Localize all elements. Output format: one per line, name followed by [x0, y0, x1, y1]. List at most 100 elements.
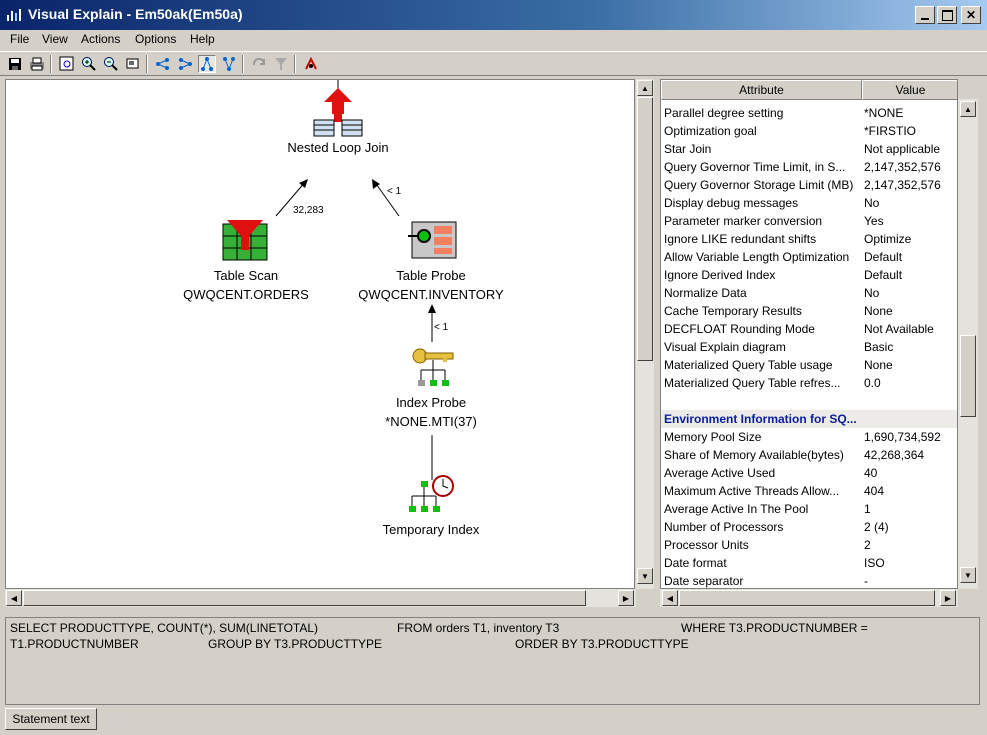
index-probe-icon[interactable]	[411, 346, 455, 392]
attribute-value: Yes	[864, 214, 884, 228]
refresh-button[interactable]	[250, 55, 268, 73]
attribute-value: Default	[864, 268, 903, 282]
zoom-in-button[interactable]	[80, 55, 98, 73]
attribute-row[interactable]	[661, 392, 957, 410]
scroll-down-icon[interactable]: ▼	[637, 568, 653, 584]
attribute-vertical-scrollbar[interactable]: ▲ ▼	[958, 99, 978, 589]
attribute-row[interactable]: Ignore LIKE redundant shifts Optimize	[661, 230, 957, 248]
attribute-value: Basic	[864, 340, 894, 354]
menu-options[interactable]: Options	[135, 32, 176, 46]
layout-top-bottom-button[interactable]	[198, 55, 216, 73]
attribute-row[interactable]: Share of Memory Available(bytes) 42,268,3…	[661, 446, 957, 464]
layout-bottom-top-button[interactable]	[220, 55, 238, 73]
attribute-row[interactable]: Parameter marker conversion Yes	[661, 212, 957, 230]
zoom-fit-icon	[59, 56, 74, 71]
attribute-row[interactable]: Normalize Data No	[661, 284, 957, 302]
attribute-row[interactable]: Average Active In The Pool 1	[661, 500, 957, 518]
attribute-row[interactable]: Date format ISO	[661, 554, 957, 572]
toolbar-separator	[146, 55, 148, 73]
attribute-section-row[interactable]: Environment Information for SQ...	[661, 410, 957, 428]
menu-actions[interactable]: Actions	[81, 32, 120, 46]
attribute-horizontal-scrollbar[interactable]: ◀ ▶	[660, 589, 958, 607]
attribute-row[interactable]: Parallel degree setting *NONE	[661, 104, 957, 122]
attribute-name: Optimization goal	[664, 124, 757, 138]
table-scan-icon[interactable]	[221, 220, 269, 262]
attribute-value: -	[864, 574, 868, 588]
filter-button[interactable]	[272, 55, 290, 73]
menu-help[interactable]: Help	[190, 32, 215, 46]
attribute-value: No	[864, 286, 880, 300]
print-button[interactable]	[28, 55, 46, 73]
attribute-row[interactable]: Allow Variable Length Optimization Defaul…	[661, 248, 957, 266]
table-probe-icon[interactable]	[406, 220, 458, 262]
attribute-row[interactable]: Processor Units 2	[661, 536, 957, 554]
attribute-row[interactable]: Materialized Query Table usage None	[661, 356, 957, 374]
value-column-header[interactable]: Value	[862, 80, 957, 100]
scroll-up-icon[interactable]: ▲	[637, 80, 653, 96]
menu-view[interactable]: View	[42, 32, 68, 46]
attribute-row[interactable]: Materialized Query Table refres... 0.0	[661, 374, 957, 392]
zoom-out-button[interactable]	[102, 55, 120, 73]
attribute-name: Number of Processors	[664, 520, 784, 534]
attribute-row[interactable]: Memory Pool Size 1,690,734,592	[661, 428, 957, 446]
layout-left-right-icon	[156, 58, 169, 70]
attribute-row[interactable]: Query Governor Storage Limit (MB) 2,147,3…	[661, 176, 957, 194]
attribute-row[interactable]: Visual Explain diagram Basic	[661, 338, 957, 356]
scroll-right-icon[interactable]: ▶	[618, 590, 634, 606]
overview-button[interactable]	[124, 55, 142, 73]
attribute-row[interactable]: Ignore Derived Index Default	[661, 266, 957, 284]
scroll-thumb[interactable]	[960, 335, 976, 417]
highlight-button[interactable]	[302, 55, 320, 73]
attribute-name: Memory Pool Size	[664, 430, 762, 444]
scroll-left-icon[interactable]: ◀	[662, 590, 678, 606]
scroll-thumb[interactable]	[637, 97, 653, 361]
temporary-index-icon[interactable]	[406, 474, 456, 518]
scroll-up-icon[interactable]: ▲	[960, 101, 976, 117]
node-label-nested-loop-join: Nested Loop Join	[287, 140, 389, 155]
attribute-row[interactable]: Optimization goal *FIRSTIO	[661, 122, 957, 140]
attribute-value: Optimize	[864, 232, 912, 246]
maximize-button[interactable]	[937, 6, 957, 24]
attribute-row[interactable]: Average Active Used 40	[661, 464, 957, 482]
scroll-thumb[interactable]	[679, 590, 935, 606]
node-label-table-scan: Table Scan	[213, 268, 279, 283]
diagram-vertical-scrollbar[interactable]: ▲ ▼	[636, 79, 654, 589]
attribute-table[interactable]: Attribute Value Parallel degree setting *…	[660, 79, 958, 589]
attribute-row[interactable]: Display debug messages No	[661, 194, 957, 212]
scroll-thumb[interactable]	[23, 590, 586, 606]
attribute-row[interactable]: DECFLOAT Rounding Mode Not Available	[661, 320, 957, 338]
attribute-name: Allow Variable Length Optimization	[664, 250, 850, 264]
tab-statement-text[interactable]: Statement text	[5, 708, 97, 730]
layout-right-left-icon	[179, 58, 192, 70]
statement-text-area[interactable]: SELECT PRODUCTTYPE, COUNT(*), SUM(LINETO…	[5, 617, 980, 705]
explain-diagram-canvas[interactable]: Nested Loop Join Table Scan QWQCENT.ORDE…	[5, 79, 635, 589]
diagram-horizontal-scrollbar[interactable]: ◀ ▶	[5, 589, 636, 607]
diagram-connectors	[275, 80, 436, 480]
attribute-row[interactable]: Star Join Not applicable	[661, 140, 957, 158]
scroll-down-icon[interactable]: ▼	[960, 567, 976, 583]
minimize-button[interactable]	[915, 6, 935, 24]
attribute-row[interactable]: Cache Temporary Results None	[661, 302, 957, 320]
attribute-name: Environment Information for SQ...	[664, 412, 856, 426]
statement-line: GROUP BY T3.PRODUCTTYPE	[208, 637, 383, 651]
attribute-row[interactable]: Date separator -	[661, 572, 957, 588]
attribute-name: Materialized Query Table refres...	[664, 376, 841, 390]
nested-loop-join-icon[interactable]	[312, 88, 364, 138]
scroll-right-icon[interactable]: ▶	[940, 590, 956, 606]
attribute-value: 2	[864, 538, 871, 552]
zoom-fit-button[interactable]	[58, 55, 76, 73]
edge-label-rows: < 1	[434, 322, 449, 333]
edge-label-rows: 32,283	[293, 205, 324, 216]
scroll-left-icon[interactable]: ◀	[6, 590, 22, 606]
attribute-row[interactable]: Number of Processors 2 (4)	[661, 518, 957, 536]
attribute-row[interactable]: Maximum Active Threads Allow... 404	[661, 482, 957, 500]
title-bar: Visual Explain - Em50ak(Em50a) ✕	[0, 0, 987, 30]
layout-left-right-button[interactable]	[154, 55, 172, 73]
menu-file[interactable]: File	[10, 32, 29, 46]
save-button[interactable]	[6, 55, 24, 73]
attribute-column-header[interactable]: Attribute	[661, 80, 862, 100]
close-button[interactable]: ✕	[961, 6, 981, 24]
print-icon	[30, 57, 44, 71]
layout-right-left-button[interactable]	[176, 55, 194, 73]
attribute-row[interactable]: Query Governor Time Limit, in S... 2,147,…	[661, 158, 957, 176]
